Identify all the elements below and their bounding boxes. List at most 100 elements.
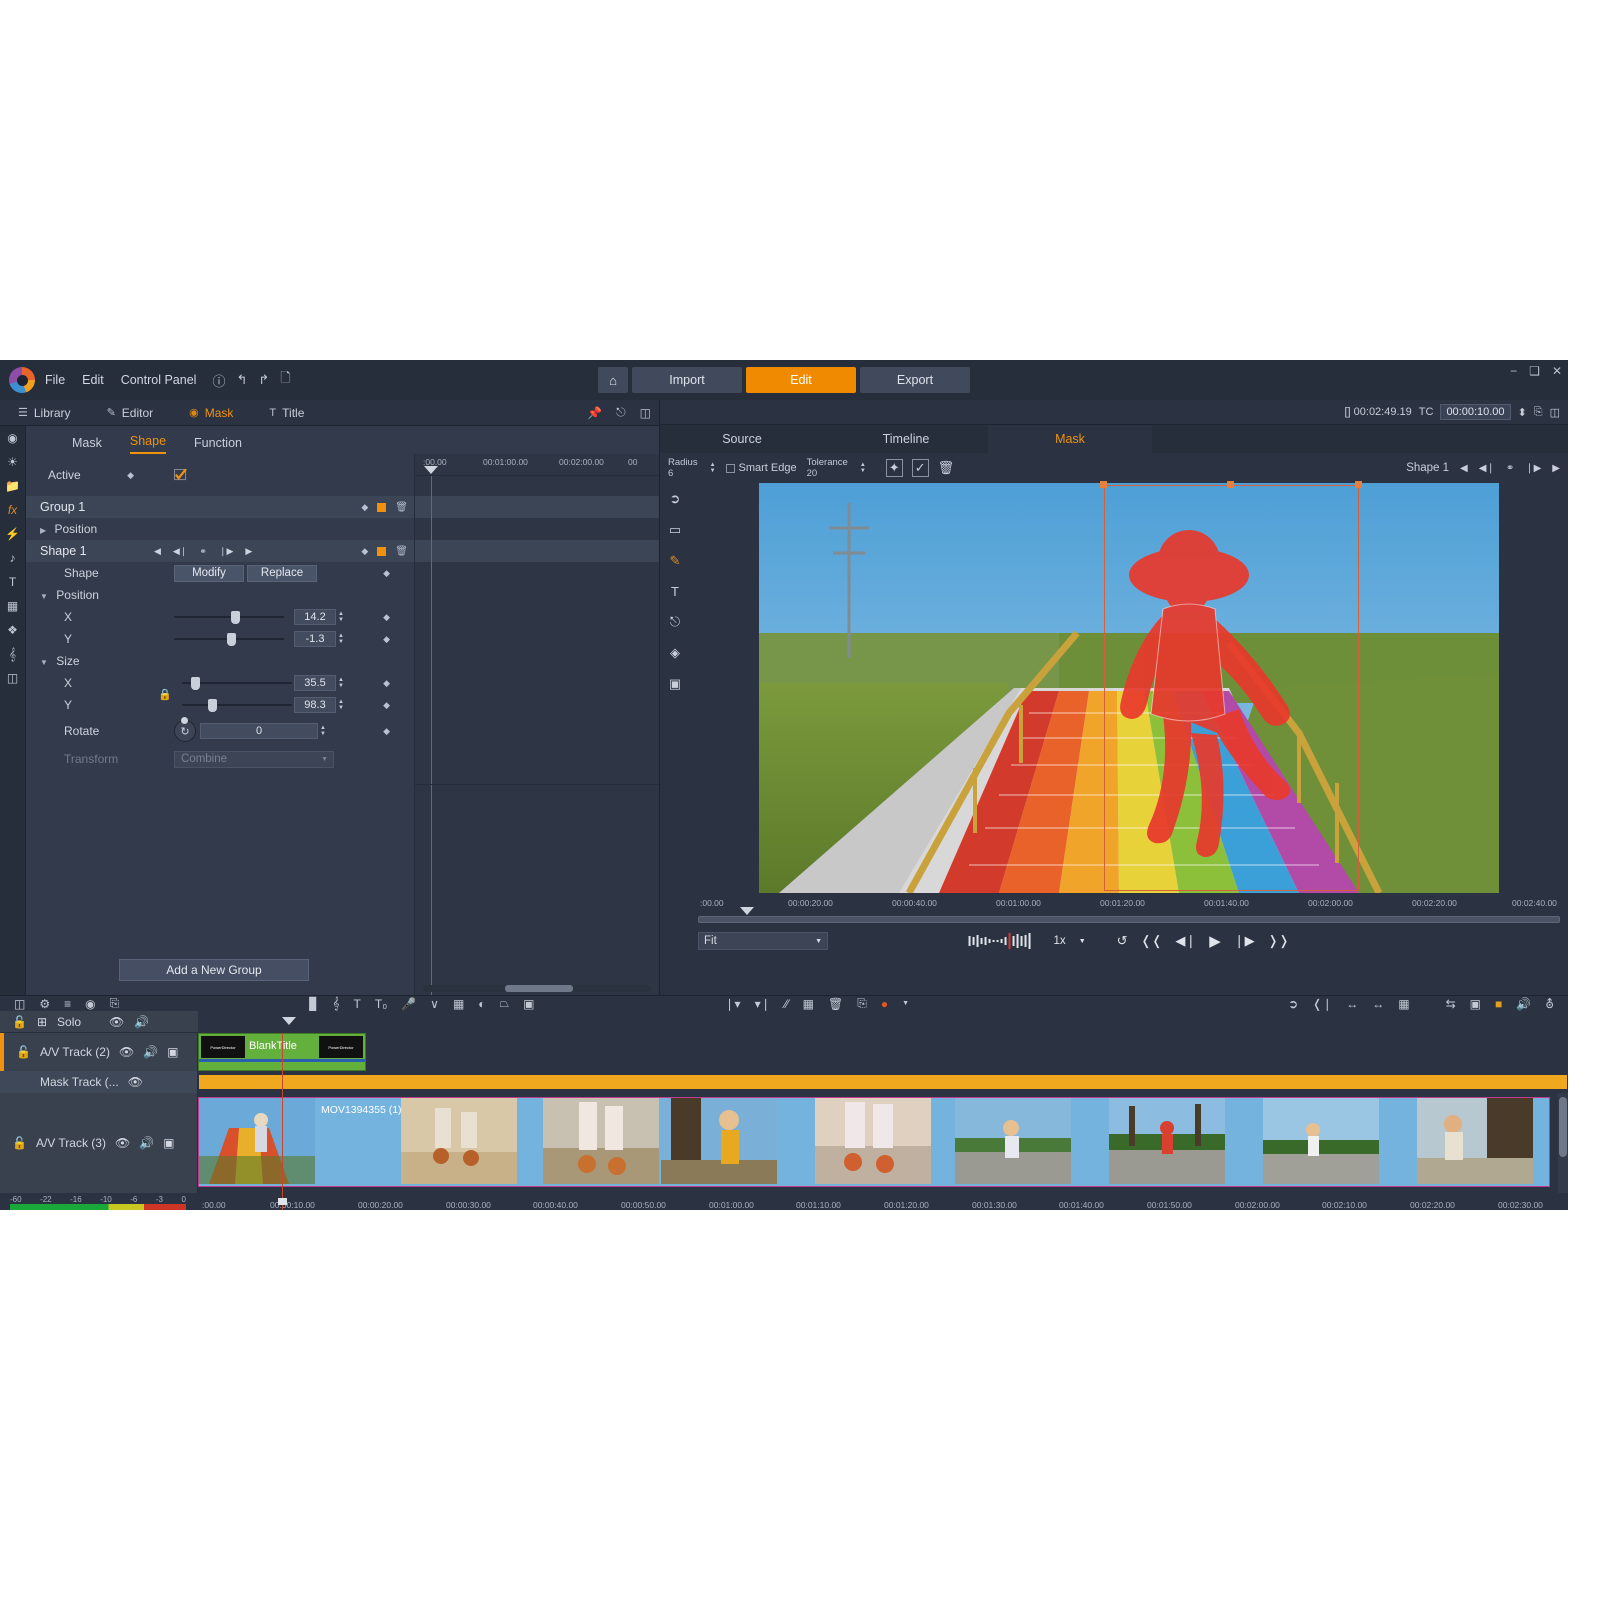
audio-mix-icon[interactable]: ▊ (309, 997, 318, 1011)
shape-color-icon[interactable] (377, 547, 386, 556)
snapshot-icon[interactable]: ⎘ (1534, 406, 1543, 419)
magnet-icon[interactable]: ⛢ (1545, 997, 1554, 1011)
step-back-icon[interactable]: ◀❘ (173, 546, 187, 557)
size-y-slider[interactable] (182, 698, 292, 712)
row-group[interactable]: Group 1 ◆ 🗑 (26, 496, 414, 518)
speaker-icon[interactable]: 🔊 (143, 1045, 158, 1059)
shape-delete-icon[interactable]: 🗑 (395, 546, 408, 557)
storyboard-icon[interactable]: ▦ (453, 997, 464, 1011)
chapter-icon[interactable]: ∨ (430, 997, 439, 1011)
title-icon[interactable]: T (354, 997, 361, 1011)
tab-title[interactable]: T Title (251, 400, 322, 426)
chevron-down-icon[interactable]: ▼ (1079, 938, 1086, 945)
audio-icon[interactable]: ♪ (10, 552, 16, 565)
monitor-icon[interactable]: ▣ (163, 1136, 174, 1150)
position-y-slider[interactable] (174, 632, 284, 646)
preview-hscrollbar[interactable] (698, 916, 1560, 923)
color-tag-icon[interactable]: ■ (1495, 997, 1502, 1011)
radius-stepper[interactable]: ▲▼ (710, 462, 716, 474)
voice-icon[interactable]: 🎤 (401, 997, 416, 1011)
subtab-function[interactable]: Function (194, 436, 242, 454)
row-position-group[interactable]: ▼ Position (26, 584, 414, 606)
record-icon[interactable]: ◉ (85, 997, 95, 1011)
add-new-group-button[interactable]: Add a New Group (119, 959, 309, 981)
rotate-stepper[interactable]: ▲▼ (320, 725, 326, 737)
mask-handle-tr[interactable] (1355, 481, 1362, 488)
rectangle-icon[interactable]: ▭ (669, 522, 681, 538)
track-vscrollbar[interactable] (1558, 1093, 1568, 1193)
menu-file[interactable]: File (43, 371, 67, 389)
ruler-playhead-handle[interactable] (278, 1198, 287, 1205)
snapshot-icon[interactable]: ⎘ (857, 996, 867, 1011)
tab-timeline[interactable]: Timeline (824, 425, 988, 453)
chart-icon[interactable]: ◫ (7, 672, 18, 685)
step-forward-icon[interactable]: ❘▶ (1525, 463, 1541, 474)
keyframe-ruler[interactable]: :00.00 00:01:00.00 00:02:00.00 00 (415, 454, 659, 476)
redo-icon[interactable]: ↱ (258, 372, 269, 388)
mix-icon[interactable]: ≡ (64, 997, 71, 1011)
lasso-icon[interactable]: ⎋ (670, 614, 680, 630)
position-y-stepper[interactable]: ▲▼ (338, 633, 344, 645)
keyframe-playhead-marker[interactable] (424, 466, 438, 474)
edit-button[interactable]: Edit (746, 367, 856, 393)
rotate-value[interactable]: 0 (200, 723, 318, 739)
shape-kf-diamond[interactable]: ◆ (383, 568, 390, 579)
music-icon[interactable]: 𝄞 (332, 996, 339, 1011)
smart-edge-toggle[interactable]: Smart Edge (726, 462, 797, 474)
marker-out-icon[interactable]: ▾❘ (755, 997, 771, 1011)
film-icon[interactable]: ☀ (7, 456, 18, 469)
pin-icon[interactable]: 📌 (587, 406, 602, 420)
media-icon[interactable]: ◉ (7, 432, 17, 445)
size-x-slider[interactable] (182, 676, 292, 690)
tab-editor[interactable]: ✎ Editor (89, 400, 172, 426)
mask-icon[interactable]: ⏢ (500, 996, 510, 1011)
eye-icon[interactable]: 👁 (128, 1075, 143, 1089)
prev-icon[interactable]: ❬❘ (1312, 997, 1332, 1011)
track-header-mask[interactable]: Mask Track (... 👁 (0, 1075, 143, 1089)
multicam-icon[interactable]: ▣ (523, 997, 534, 1011)
video-preview[interactable] (759, 483, 1499, 896)
position-y-kf[interactable]: ◆ (383, 634, 390, 645)
track-manager-icon[interactable]: ◫ (14, 997, 25, 1011)
to-start-icon[interactable]: ❬❬ (1141, 933, 1163, 949)
smart-edge-checkbox[interactable] (726, 464, 735, 473)
apply-check-icon[interactable]: ✓ (912, 459, 929, 477)
subtab-mask[interactable]: Mask (72, 436, 102, 454)
zoom-fit-icon[interactable]: ▣ (1470, 997, 1481, 1011)
minimize-icon[interactable]: − (1510, 364, 1517, 378)
undo-icon[interactable]: ↰ (236, 372, 247, 388)
magnet-icon[interactable]: ◈ (670, 645, 680, 661)
row-group-position[interactable]: ▶ Position (26, 518, 414, 540)
step-back-icon[interactable]: ◀❘ (1175, 933, 1196, 949)
tolerance-stepper[interactable]: ▲▼ (860, 462, 866, 474)
lock-icon[interactable]: 🔓 (16, 1045, 31, 1059)
group-delete-icon[interactable]: 🗑 (395, 502, 408, 513)
active-checkbox[interactable] (174, 469, 187, 481)
chevron-down-icon[interactable]: ▼ (902, 1000, 909, 1007)
chevron-right-icon[interactable]: ▶ (40, 526, 46, 535)
tab-mask-preview[interactable]: Mask (988, 425, 1152, 453)
subtab-shape[interactable]: Shape (130, 434, 166, 454)
rotate-dial[interactable]: ↻ (174, 720, 196, 742)
color-icon[interactable]: ◐ (478, 997, 485, 1011)
replace-button[interactable]: Replace (247, 565, 317, 582)
preview-playhead-marker[interactable] (740, 907, 754, 915)
crop-icon[interactable]: ▦ (803, 997, 814, 1011)
tab-library[interactable]: ☰ Library (0, 400, 89, 426)
active-keyframe-toggle[interactable]: ◆ (127, 470, 134, 481)
speaker-icon[interactable]: 🔊 (139, 1136, 154, 1150)
folder-icon[interactable]: 📁 (5, 480, 20, 493)
step-forward-icon[interactable]: ❘▶ (219, 546, 233, 557)
add-keyframe-icon[interactable]: ⚭ (199, 546, 207, 557)
next-frame-icon[interactable]: ↔ (1372, 997, 1384, 1011)
music-icon[interactable]: 𝄞 (9, 648, 16, 661)
position-x-slider[interactable] (174, 610, 284, 624)
timeline-marker-strip[interactable] (198, 1011, 1568, 1033)
layout-icon[interactable]: ◫ (1550, 406, 1560, 419)
text-icon[interactable]: T (9, 576, 16, 589)
monitor-icon[interactable]: ▣ (167, 1045, 178, 1059)
position-x-stepper[interactable]: ▲▼ (338, 611, 344, 623)
timeline-playhead-marker[interactable] (282, 1017, 296, 1025)
size-x-stepper[interactable]: ▲▼ (338, 677, 344, 689)
lock-icon[interactable]: 🔓 (12, 1136, 27, 1150)
